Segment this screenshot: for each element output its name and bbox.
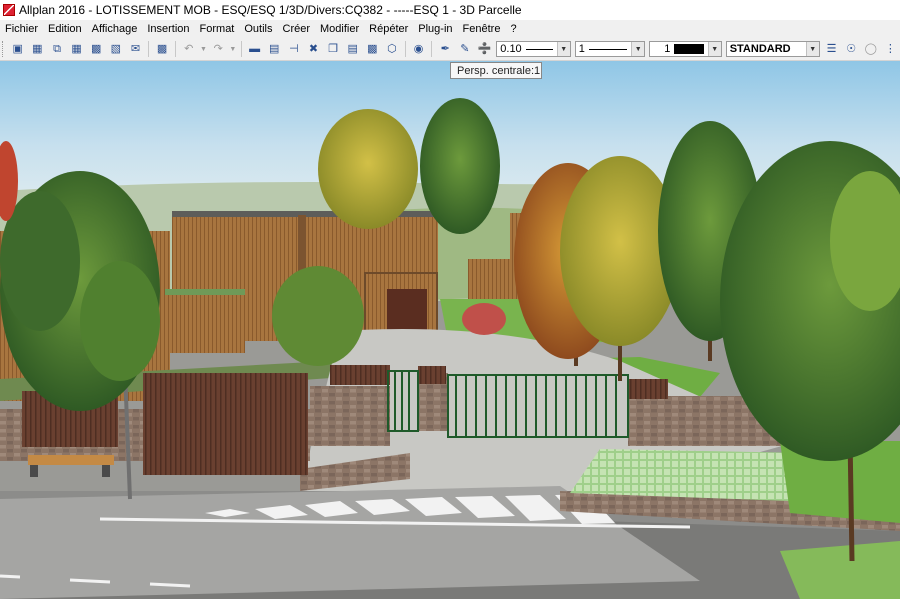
chevron-down-icon[interactable]: ▼ — [556, 42, 570, 56]
chevron-down-icon[interactable]: ▼ — [631, 42, 645, 56]
allplan-app-icon — [3, 4, 15, 16]
3d-scene[interactable] — [0, 61, 900, 599]
dimension-icon[interactable]: ⊣ — [285, 40, 303, 58]
toolbar-separator — [404, 41, 406, 57]
pencil-icon[interactable]: ✎ — [456, 40, 474, 58]
save-icon[interactable]: ▦ — [68, 40, 86, 58]
undo-dropdown-icon[interactable]: ▼ — [200, 40, 208, 58]
color-select[interactable]: 1 ▼ — [649, 41, 722, 57]
toolbar-separator — [148, 41, 150, 57]
layer-lock-icon[interactable]: ◯ — [862, 40, 880, 58]
undo-icon[interactable]: ↶ — [180, 40, 198, 58]
line-type-value: 1 — [578, 43, 585, 55]
menu-plug-in[interactable]: Plug-in — [413, 23, 457, 35]
copy-icon[interactable]: ❐ — [324, 40, 342, 58]
redo-icon[interactable]: ↷ — [209, 40, 227, 58]
color-value: 1 — [664, 43, 671, 55]
line-type-preview — [588, 48, 628, 50]
pen-thickness-value: 0.10 — [500, 43, 522, 55]
toolbar-separator — [174, 41, 176, 57]
chevron-down-icon[interactable]: ▼ — [805, 42, 819, 56]
new-file-icon[interactable]: ▣ — [9, 40, 27, 58]
menu-fenetre[interactable]: Fenêtre — [458, 23, 506, 35]
print-icon[interactable]: ▩ — [87, 40, 105, 58]
menu-affichage[interactable]: Affichage — [87, 23, 143, 35]
menu-insertion[interactable]: Insertion — [142, 23, 194, 35]
menu-repeter[interactable]: Répéter — [364, 23, 413, 35]
line-type-select[interactable]: 1 ▼ — [574, 41, 646, 57]
main-toolbar: ▣ ▦ ⧉ ▦ ▩ ▧ ✉ ▩ ↶ ▼ ↷ ▼ ▬ ▤ ⊣ ✖ ❐ ▤ ▩ ⬡ … — [0, 38, 900, 61]
window-title: Allplan 2016 - LOTISSEMENT MOB - ESQ/ESQ… — [19, 3, 522, 17]
color-swatch — [674, 44, 704, 54]
image-icon[interactable]: ▩ — [153, 40, 171, 58]
message-icon[interactable]: ✉ — [127, 40, 145, 58]
menu-outils[interactable]: Outils — [239, 23, 277, 35]
layer-icon[interactable]: ▦ — [29, 40, 47, 58]
menu-modifier[interactable]: Modifier — [315, 23, 364, 35]
help-icon[interactable]: ◉ — [410, 40, 428, 58]
menu-fichier[interactable]: Fichier — [0, 23, 43, 35]
tooltip: Persp. centrale:1 — [450, 62, 542, 79]
toolbar-separator — [240, 41, 242, 57]
toolbar-grip[interactable] — [2, 41, 6, 57]
fill-icon[interactable]: ▩ — [364, 40, 382, 58]
ruler-icon[interactable]: ▤ — [265, 40, 283, 58]
archive-icon[interactable]: ▧ — [107, 40, 125, 58]
eyedropper-icon[interactable]: ➗ — [476, 40, 494, 58]
layer-value: STANDARD — [729, 43, 791, 55]
open-icon[interactable]: ⧉ — [48, 40, 66, 58]
menu-bar: Fichier Edition Affichage Insertion Form… — [0, 20, 900, 38]
layer-stack-icon[interactable]: ☰ — [823, 40, 841, 58]
chevron-down-icon[interactable]: ▼ — [707, 42, 721, 56]
title-bar: Allplan 2016 - LOTISSEMENT MOB - ESQ/ESQ… — [0, 0, 900, 20]
layer-select[interactable]: STANDARD ▼ — [725, 41, 820, 57]
pen-thickness-select[interactable]: 0.10 ▼ — [496, 41, 571, 57]
3d-viewport[interactable] — [0, 61, 900, 599]
menu-format[interactable]: Format — [195, 23, 240, 35]
cube-icon[interactable]: ⬡ — [383, 40, 401, 58]
format-painter-icon[interactable]: ✒ — [436, 40, 454, 58]
pen-thickness-preview — [525, 48, 553, 50]
layer-visibility-icon[interactable]: ☉ — [842, 40, 860, 58]
menu-edition[interactable]: Edition — [43, 23, 87, 35]
measure-icon[interactable]: ▬ — [246, 40, 264, 58]
options-icon[interactable]: ⋮ — [882, 40, 900, 58]
redo-dropdown-icon[interactable]: ▼ — [229, 40, 237, 58]
paste-icon[interactable]: ▤ — [344, 40, 362, 58]
toolbar-separator — [431, 41, 433, 57]
menu-help[interactable]: ? — [505, 23, 521, 35]
menu-creer[interactable]: Créer — [278, 23, 316, 35]
cut-icon[interactable]: ✖ — [305, 40, 323, 58]
